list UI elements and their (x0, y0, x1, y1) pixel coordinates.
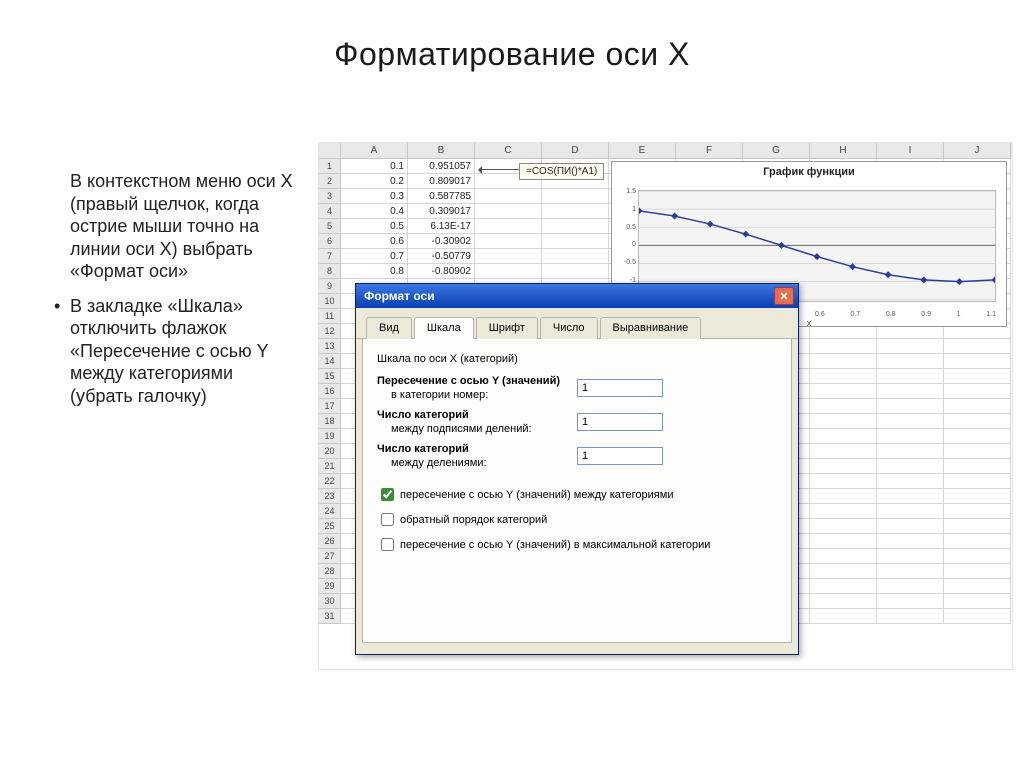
formula-tooltip: =COS(ПИ()*A1) (519, 163, 604, 180)
check1-label: пересечение с осью Y (значений) между ка… (400, 489, 673, 501)
dialog-page: Шкала по оси X (категорий) Пересечение с… (362, 339, 792, 643)
slide-body: В контекстном меню оси Х (правый щелчок,… (70, 170, 295, 419)
tab-number[interactable]: Число (540, 317, 598, 339)
check3-box[interactable] (381, 538, 394, 551)
tab-align[interactable]: Выравнивание (600, 317, 702, 339)
dialog-title: Формат оси (364, 289, 435, 303)
close-icon[interactable]: ✕ (774, 287, 794, 305)
field3-input[interactable] (577, 447, 663, 465)
field1-sublabel: в категории номер: (377, 389, 488, 401)
field1-input[interactable] (577, 379, 663, 397)
tab-view[interactable]: Вид (366, 317, 412, 339)
slide-title: Форматирование оси Х (0, 36, 1024, 73)
field1-label: Пересечение с осью Y (значений) (377, 375, 577, 387)
paragraph-1: В контекстном меню оси Х (правый щелчок,… (70, 170, 295, 283)
dialog-titlebar[interactable]: Формат оси ✕ (356, 284, 798, 308)
field2-input[interactable] (577, 413, 663, 431)
check3[interactable]: пересечение с осью Y (значений) в максим… (377, 535, 777, 554)
tab-font[interactable]: Шрифт (476, 317, 538, 339)
check2[interactable]: обратный порядок категорий (377, 510, 777, 529)
field3-sublabel: между делениями: (377, 457, 487, 469)
check3-label: пересечение с осью Y (значений) в максим… (400, 539, 710, 551)
dialog-tabs: Вид Шкала Шрифт Число Выравнивание (356, 308, 798, 339)
check1[interactable]: пересечение с осью Y (значений) между ка… (377, 485, 777, 504)
paragraph-2: В закладке «Шкала» отключить флажок «Пер… (70, 295, 295, 408)
check2-label: обратный порядок категорий (400, 514, 547, 526)
check2-box[interactable] (381, 513, 394, 526)
field2-sublabel: между подписями делений: (377, 423, 532, 435)
field3-label: Число категорий (377, 443, 577, 455)
field2-label: Число категорий (377, 409, 577, 421)
chart-title: График функции (612, 166, 1006, 178)
tab-scale[interactable]: Шкала (414, 317, 474, 339)
dialog-heading: Шкала по оси X (категорий) (377, 353, 777, 365)
format-axis-dialog: Формат оси ✕ Вид Шкала Шрифт Число Вырав… (355, 283, 799, 655)
excel-screenshot: A B C D E F G H I J 10.10.95105720.20.80… (318, 142, 1013, 670)
formula-arrow (479, 169, 519, 170)
check1-box[interactable] (381, 488, 394, 501)
column-headers: A B C D E F G H I J (319, 143, 1012, 159)
